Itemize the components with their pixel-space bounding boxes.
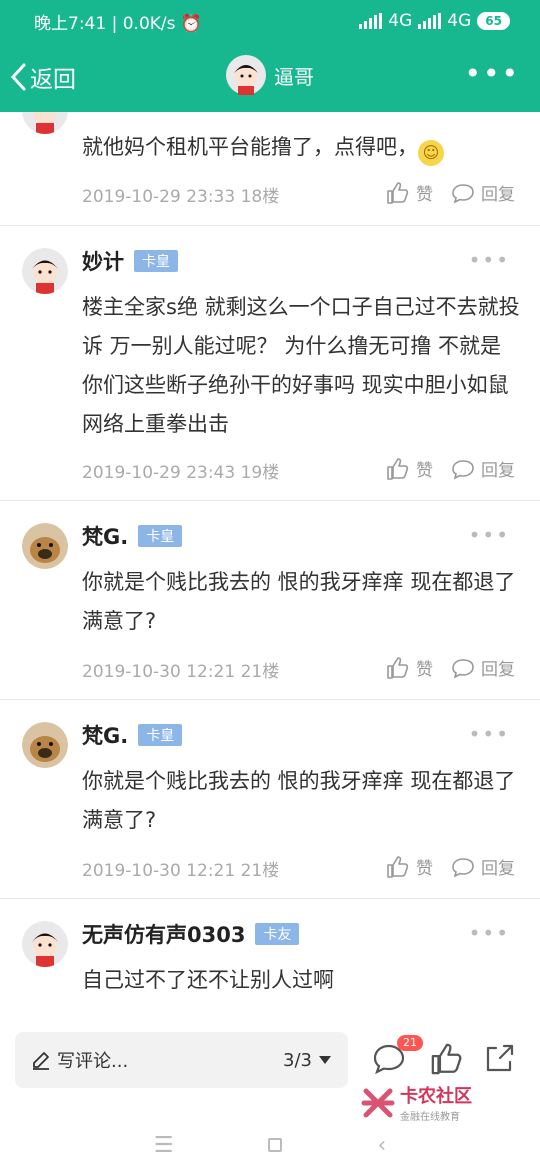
thumbs-up-icon[interactable] (430, 1042, 464, 1076)
status-bar: 晚上7:41 | 0.0K/s ⏰ 4G 4G 65 (0, 0, 540, 42)
comment-icon (452, 857, 474, 877)
pencil-icon (33, 1052, 49, 1070)
username[interactable]: 梵G. 卡皇 (82, 521, 183, 551)
reply-text: 楼主全家s绝 就剩这么一个口子自己过不去就投诉 万一别人能过呢？ 为什么撸无可撸… (82, 295, 520, 436)
reply-text: 你就是个贱比我去的 恨的我牙痒痒 现在都退了满意了? (82, 570, 516, 633)
reply-item: 梵G. 卡皇 ••• 你就是个贱比我去的 恨的我牙痒痒 现在都退了满意了? 201… (0, 501, 540, 700)
user-avatar-icon[interactable] (22, 722, 68, 768)
smile-emoji-icon: ☺ (418, 140, 444, 166)
reply-text: 你就是个贱比我去的 恨的我牙痒痒 现在都退了满意了? (82, 769, 516, 832)
like-button[interactable]: 赞 (386, 180, 433, 205)
reply-button[interactable]: 回复 (451, 456, 515, 481)
caret-down-icon[interactable] (318, 1055, 332, 1065)
thumbs-up-icon (387, 181, 409, 204)
watermark-name: 卡农社区 (400, 1086, 472, 1107)
reply-text: 就他妈个租机平台能撸了，点得吧， ☺ (82, 128, 522, 167)
reply-meta: 2019-10-30 12:21 21楼 (82, 662, 280, 682)
network-type-2: 4G (447, 11, 472, 31)
status-left: 晚上7:41 | 0.0K/s ⏰ (34, 13, 203, 34)
user-avatar-icon[interactable] (22, 112, 68, 134)
like-button[interactable]: 赞 (386, 854, 433, 879)
user-avatar-icon[interactable] (22, 523, 68, 569)
username[interactable]: 梵G. 卡皇 (82, 720, 183, 750)
home-icon[interactable] (268, 1138, 283, 1152)
reply-button[interactable]: 回复 (451, 854, 515, 879)
comment-count-badge: 21 (397, 1035, 423, 1051)
more-options-button[interactable]: ••• (469, 722, 510, 746)
like-button[interactable]: 赞 (386, 655, 433, 680)
share-icon[interactable] (482, 1042, 516, 1076)
reply-button[interactable]: 回复 (451, 180, 515, 205)
thumbs-up-icon (387, 656, 409, 679)
comment-placeholder: 写评论... (57, 1051, 129, 1072)
more-options-button[interactable]: ••• (469, 523, 510, 547)
reply-text: 自己过不了还不让别人过啊 (82, 968, 334, 992)
network-type-1: 4G (388, 11, 413, 31)
username[interactable]: 妙计 卡皇 (82, 246, 178, 276)
user-avatar-icon (226, 55, 266, 95)
reply-button[interactable]: 回复 (451, 655, 515, 680)
status-time: 晚上7:41 (34, 13, 107, 34)
signal-icon (359, 13, 383, 29)
user-level-badge: 卡皇 (138, 724, 183, 746)
user-avatar-icon[interactable] (22, 921, 68, 967)
like-button[interactable]: 赞 (386, 456, 433, 481)
comment-input[interactable]: 写评论... 3/3 (15, 1032, 348, 1088)
reply-meta: 2019-10-30 12:21 21楼 (82, 861, 280, 881)
alarm-icon: ⏰ (180, 13, 203, 34)
back-button[interactable]: 返回 (10, 60, 76, 94)
chevron-left-icon (10, 63, 26, 91)
system-nav-bar: ☰ ‹ (0, 1120, 540, 1170)
thumbs-up-icon (387, 457, 409, 480)
signal-icon-2 (418, 13, 442, 29)
reply-item: 就他妈个租机平台能撸了，点得吧， ☺ 2019-10-29 23:33 18楼 赞… (0, 112, 540, 226)
nav-title[interactable]: 逼哥 (226, 55, 314, 95)
battery-icon: 65 (477, 12, 510, 30)
thumbs-up-icon (387, 855, 409, 878)
reply-list[interactable]: 就他妈个租机平台能撸了，点得吧， ☺ 2019-10-29 23:33 18楼 赞… (0, 112, 540, 1012)
reply-item: 梵G. 卡皇 ••• 你就是个贱比我去的 恨的我牙痒痒 现在都退了满意了? 201… (0, 700, 540, 899)
user-level-badge: 卡皇 (134, 250, 178, 272)
back-label: 返回 (30, 67, 76, 93)
nav-bar: 返回 逼哥 ••• (0, 42, 540, 112)
menu-icon[interactable]: ☰ (154, 1133, 174, 1158)
page-indicator[interactable]: 3/3 (283, 1050, 312, 1071)
watermark-logo: 卡农社区 金融在线教育 (360, 1082, 472, 1123)
username[interactable]: 无声仿有声0303 卡友 (82, 919, 300, 949)
reply-item: 妙计 卡皇 ••• 楼主全家s绝 就剩这么一个口子自己过不去就投诉 万一别人能过呢… (0, 226, 540, 501)
reply-meta: 2019-10-29 23:43 19楼 (82, 463, 280, 483)
comment-icon (452, 459, 474, 479)
back-icon[interactable]: ‹ (377, 1133, 386, 1158)
status-right: 4G 4G 65 (359, 11, 510, 31)
comment-icon (452, 658, 474, 678)
comment-icon (452, 183, 474, 203)
nav-title-text: 逼哥 (274, 64, 314, 89)
more-options-button[interactable]: ••• (464, 60, 520, 88)
user-level-badge: 卡友 (255, 923, 300, 945)
reply-item: 无声仿有声0303 卡友 ••• 自己过不了还不让别人过啊 (0, 899, 540, 1012)
more-options-button[interactable]: ••• (469, 248, 510, 272)
more-options-button[interactable]: ••• (469, 921, 510, 945)
knot-logo-icon (361, 1088, 395, 1117)
reply-meta: 2019-10-29 23:33 18楼 (82, 187, 280, 207)
status-speed: 0.0K/s (122, 13, 176, 34)
user-avatar-icon[interactable] (22, 248, 68, 294)
user-level-badge: 卡皇 (138, 525, 183, 547)
